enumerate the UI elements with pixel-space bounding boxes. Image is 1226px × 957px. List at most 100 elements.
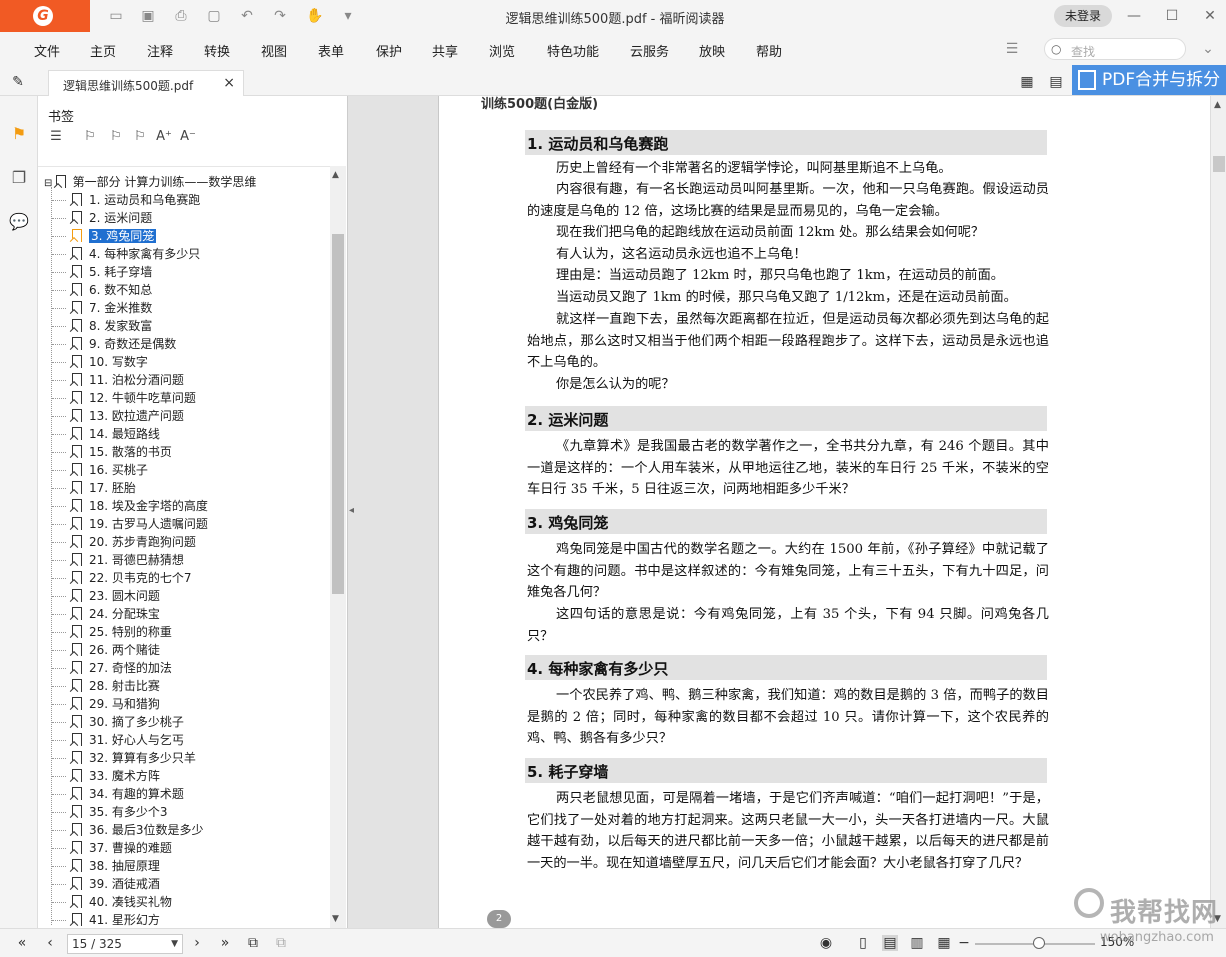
bookmark-panel-icon[interactable]: ⚑ [9,124,29,144]
bookmark-item[interactable]: 18. 埃及金字塔的高度 [52,497,208,515]
menu-view[interactable]: 视图 [261,41,287,60]
pdf-merge-split-button[interactable]: PDF合并与拆分 [1072,65,1226,95]
menu-comment[interactable]: 注释 [147,41,173,60]
bookmark-item[interactable]: 26. 两个赌徒 [52,641,160,659]
bookmark-item[interactable]: 4. 每种家禽有多少只 [52,245,200,263]
bookmark-item[interactable]: 29. 马和猎狗 [52,695,160,713]
bookmark-item[interactable]: 6. 数不知总 [52,281,152,299]
bookmark-item[interactable]: 7. 金米推数 [52,299,152,317]
continuous-page-icon[interactable]: ▤ [882,935,898,951]
document-scroll-thumb[interactable] [1213,156,1225,172]
menu-help[interactable]: 帮助 [756,41,782,60]
first-page-icon[interactable]: « [14,935,30,951]
delete-bookmark-icon[interactable]: ⚐ [132,129,148,145]
bookmark-item[interactable]: 1. 运动员和乌龟赛跑 [52,191,200,209]
bookmark-item[interactable]: 11. 泊松分酒问题 [52,371,184,389]
ribbon-toggle-icon[interactable]: ⌄ [1200,41,1216,57]
last-page-icon[interactable]: » [217,935,233,951]
bookmark-item[interactable]: 30. 摘了多少桃子 [52,713,184,731]
bookmark-item[interactable]: 31. 好心人与乞丐 [52,731,184,749]
bookmark-item[interactable]: 35. 有多少个3 [52,803,168,821]
comments-panel-icon[interactable]: 💬 [9,212,29,232]
scroll-down-icon[interactable]: ▼ [332,914,339,924]
menu-browse[interactable]: 浏览 [489,41,515,60]
bookmark-item[interactable]: 32. 算算有多少只羊 [52,749,196,767]
foxit-logo[interactable]: G [0,0,90,32]
open-icon[interactable]: ▭ [108,8,124,24]
menu-cloud[interactable]: 云服务 [630,41,669,60]
save-icon[interactable]: ▣ [140,8,156,24]
document-tab[interactable]: 逻辑思维训练500题.pdf × [48,70,244,96]
bookmark-scroll-thumb[interactable] [332,234,344,594]
menu-convert[interactable]: 转换 [204,41,230,60]
redo-icon[interactable]: ↷ [272,8,288,24]
bookmark-item[interactable]: 38. 抽屉原理 [52,857,160,875]
bookmark-item[interactable]: 2. 运米问题 [52,209,152,227]
previous-page-icon[interactable]: ‹ [42,935,58,951]
print-icon[interactable]: ⎙ [173,8,189,24]
bookmark-item[interactable]: 23. 圆木问题 [52,587,160,605]
menu-share[interactable]: 共享 [432,41,458,60]
search-options-icon[interactable]: ☰ [1004,41,1020,57]
maximize-button[interactable]: ☐ [1162,6,1182,26]
menu-slideshow[interactable]: 放映 [699,41,725,60]
bookmark-item[interactable]: 10. 写数字 [52,353,148,371]
reading-mode-icon[interactable]: ◉ [818,935,834,951]
bookmark-item[interactable]: 33. 魔术方阵 [52,767,160,785]
bookmark-item[interactable]: 3. 鸡兔同笼 [52,227,157,245]
bookmark-item[interactable]: 28. 射击比赛 [52,677,160,695]
login-button[interactable]: 未登录 [1054,5,1112,27]
bookmark-item[interactable]: 27. 奇怪的加法 [52,659,172,677]
bookmark-item[interactable]: 15. 散落的书页 [52,443,172,461]
add-bookmark-icon[interactable]: ⚐ [82,129,98,145]
layout-grid-icon[interactable]: ▦ [1019,74,1035,90]
bookmark-item[interactable]: 37. 曹操的难题 [52,839,172,857]
bookmark-options-icon[interactable]: ☰ [48,129,64,145]
bookmark-item[interactable]: 8. 发家致富 [52,317,152,335]
next-view-icon[interactable]: ⧉ [273,935,289,951]
menu-protect[interactable]: 保护 [376,41,402,60]
page-dropdown-icon[interactable]: ▼ [171,935,178,953]
bookmark-item[interactable]: 16. 买桃子 [52,461,148,479]
bookmark-item[interactable]: 20. 苏步青跑狗问题 [52,533,196,551]
bookmark-item[interactable]: 41. 星形幻方 [52,911,160,928]
bookmark-item[interactable]: 5. 耗子穿墙 [52,263,152,281]
facing-page-icon[interactable]: ▥ [909,935,925,951]
scroll-up-icon[interactable]: ▲ [1214,100,1221,110]
menu-form[interactable]: 表单 [318,41,344,60]
menu-features[interactable]: 特色功能 [547,41,599,60]
next-page-icon[interactable]: › [189,935,205,951]
new-icon[interactable]: ▢ [206,8,222,24]
bookmark-item[interactable]: 22. 贝韦克的七个7 [52,569,192,587]
collapse-panel-icon[interactable]: ◂ [349,505,354,516]
undo-icon[interactable]: ↶ [239,8,255,24]
layout-list-icon[interactable]: ▤ [1048,74,1064,90]
single-page-icon[interactable]: ▯ [855,935,871,951]
bookmark-scrollbar[interactable]: ▲ ▼ [330,166,346,928]
bookmark-item[interactable]: 19. 古罗马人遗嘱问题 [52,515,208,533]
bookmark-item[interactable]: 14. 最短路线 [52,425,160,443]
bookmark-item[interactable]: 24. 分配珠宝 [52,605,160,623]
close-tab-icon[interactable]: × [223,75,235,91]
edit-tool-icon[interactable]: ✎ [10,74,26,90]
bookmark-item[interactable]: 40. 凑钱买礼物 [52,893,172,911]
minimize-button[interactable]: — [1124,6,1144,26]
zoom-out-icon[interactable]: − [956,935,972,951]
bookmark-item[interactable]: 12. 牛顿牛吃草问题 [52,389,196,407]
page-number-input[interactable]: 15 / 325 ▼ [67,934,183,954]
scroll-down-icon[interactable]: ▼ [1214,914,1221,924]
bookmark-item[interactable]: 34. 有趣的算术题 [52,785,184,803]
close-button[interactable]: ✕ [1200,6,1220,26]
bookmark-item[interactable]: 36. 最后3位数是多少 [52,821,204,839]
bookmark-item[interactable]: 9. 奇数还是偶数 [52,335,176,353]
zoom-slider-knob[interactable] [1033,937,1045,949]
bookmark-item[interactable]: 21. 哥德巴赫猜想 [52,551,184,569]
bookmark-item[interactable]: 13. 欧拉遗产问题 [52,407,184,425]
font-decrease-icon[interactable]: A⁻ [180,129,196,145]
font-increase-icon[interactable]: A⁺ [156,129,172,145]
menu-home[interactable]: 主页 [90,41,116,60]
zoom-level[interactable]: 150% [1100,935,1134,949]
pages-panel-icon[interactable]: ❐ [9,168,29,188]
scroll-up-icon[interactable]: ▲ [332,170,339,180]
customize-icon[interactable]: ▾ [340,8,356,24]
